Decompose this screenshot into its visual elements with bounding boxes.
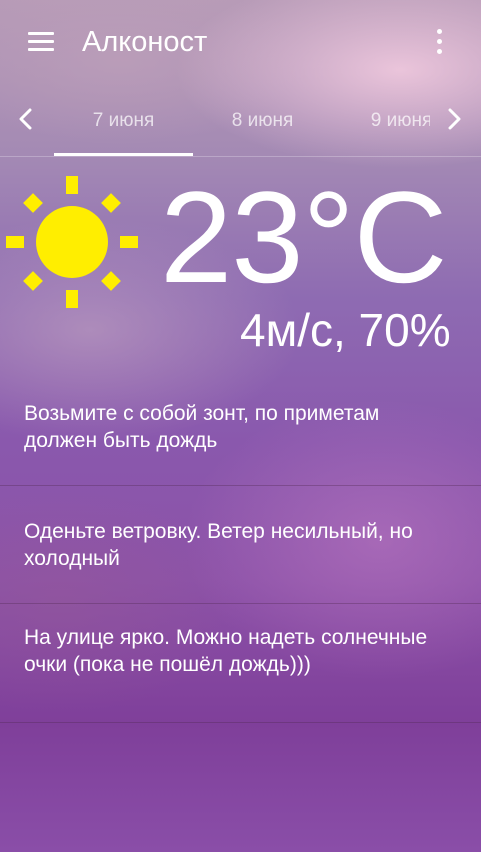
wind-humidity: 4м/с, 70% [240, 304, 451, 356]
advice-item: Оденьте ветровку. Ветер несильный, но хо… [0, 518, 481, 604]
divider [0, 485, 481, 486]
chevron-right-icon[interactable] [441, 106, 467, 132]
divider [0, 722, 481, 723]
divider [0, 156, 481, 157]
advice-text: Возьмите с собой зонт, по приметам долже… [24, 402, 380, 452]
app-title: Алконост [82, 26, 208, 58]
advice-text: Оденьте ветровку. Ветер несильный, но хо… [24, 520, 413, 570]
advice-item: Возьмите с собой зонт, по приметам долже… [0, 400, 481, 486]
tab-date-1[interactable]: 7 июня [54, 90, 193, 156]
tab-date-2[interactable]: 8 июня [193, 90, 332, 156]
hamburger-menu-icon[interactable] [26, 30, 56, 54]
advice-text: На улице ярко. Можно надеть солнечные оч… [24, 626, 428, 676]
sun-icon [6, 176, 138, 308]
date-tabs-bar: 7 июня 8 июня 9 июня [0, 90, 481, 158]
divider [0, 603, 481, 604]
date-tabs: 7 июня 8 июня 9 июня [54, 90, 430, 156]
tab-date-3[interactable]: 9 июня [332, 90, 430, 156]
chevron-left-icon[interactable] [13, 106, 39, 132]
more-vert-icon[interactable] [428, 26, 450, 58]
app-bar: Алконост [0, 0, 481, 84]
advice-item: На улице ярко. Можно надеть солнечные оч… [0, 624, 481, 723]
temperature: 23°C [160, 164, 447, 310]
